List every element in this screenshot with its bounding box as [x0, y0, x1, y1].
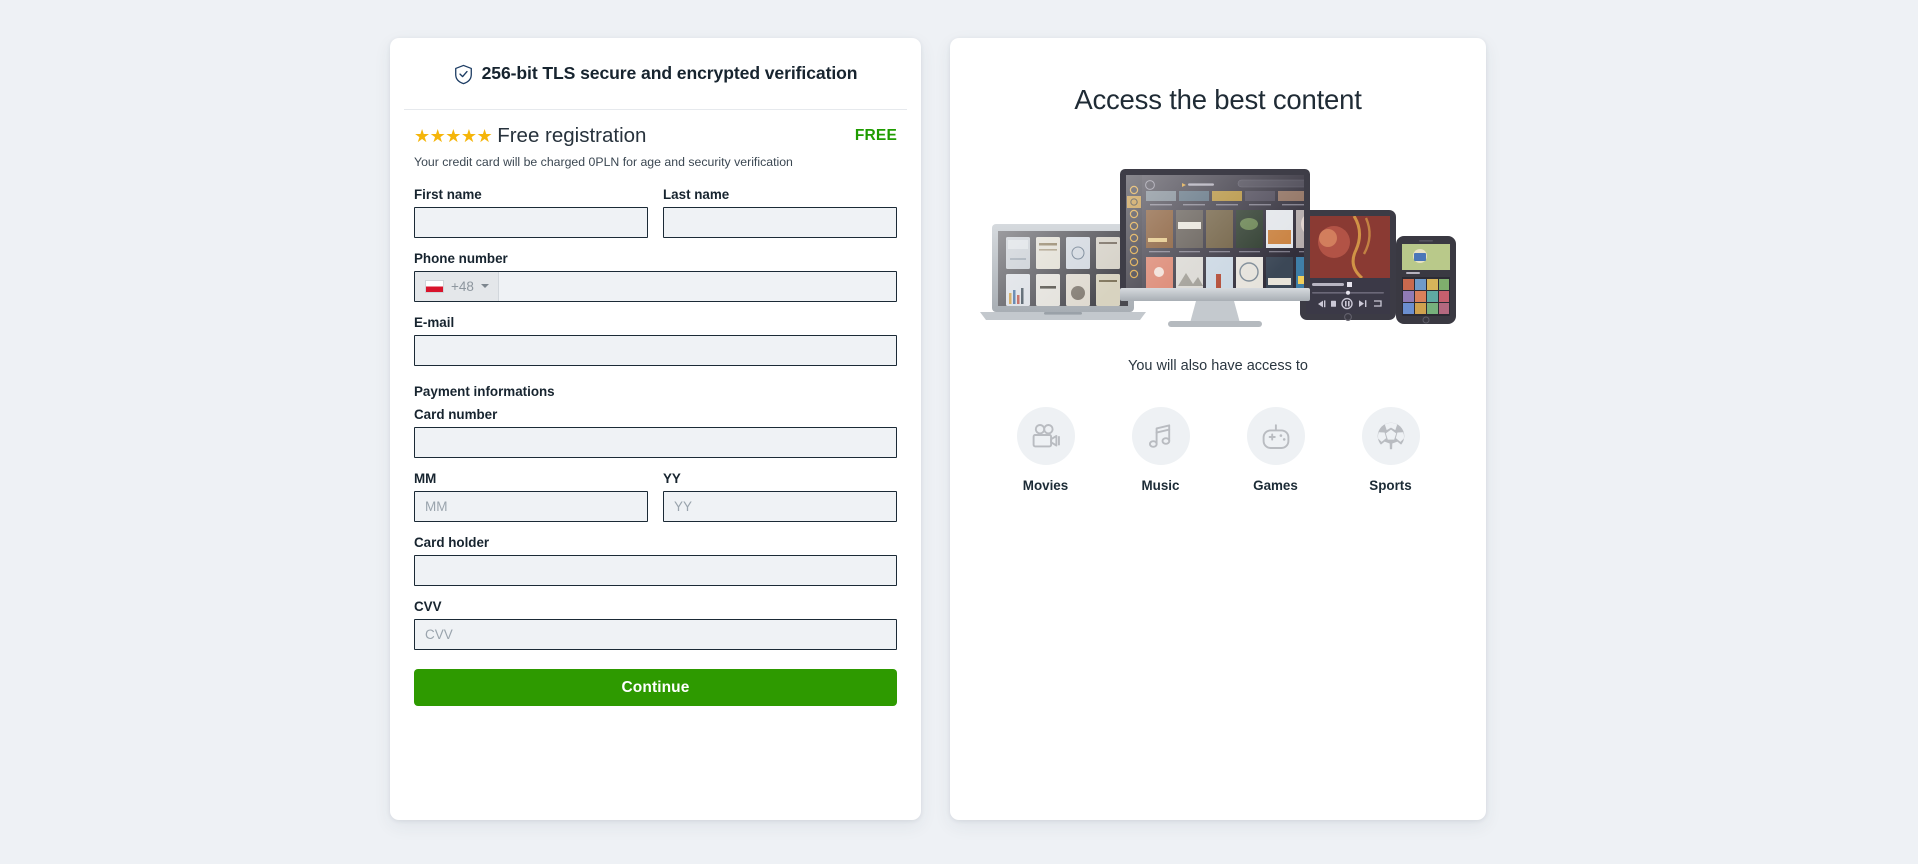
- phone-label: Phone number: [414, 250, 508, 266]
- card-holder-field: Card holder: [414, 535, 897, 587]
- music-note-icon: [1148, 424, 1170, 448]
- phone-field: Phone number +48: [414, 251, 897, 302]
- expiry-month-label: MM: [414, 470, 437, 486]
- payment-section-heading: Payment informations: [414, 383, 555, 399]
- card-number-field: Card number: [414, 407, 897, 458]
- cvv-input[interactable]: [414, 619, 897, 651]
- email-field: E-mail: [414, 315, 897, 366]
- price-badge: FREE: [854, 127, 897, 145]
- shield-check-icon: [454, 64, 472, 84]
- movies-icon-wrap: [1016, 407, 1075, 466]
- cvv-label: CVV: [414, 599, 442, 615]
- chevron-down-icon: [480, 284, 489, 289]
- plan-row: ★★★★★ Free registration FREE: [390, 110, 921, 148]
- phone-device: [1396, 236, 1456, 325]
- soccer-ball-icon: [1377, 422, 1404, 450]
- expiry-year-field: YY: [663, 471, 897, 522]
- film-camera-icon: [1032, 424, 1060, 448]
- continue-button[interactable]: Continue: [414, 669, 897, 707]
- feature-games: Games: [1240, 407, 1312, 493]
- last-name-field: Last name: [663, 187, 897, 238]
- multi-device-mockup: [950, 138, 1486, 328]
- secure-header-text: 256-bit TLS secure and encrypted verific…: [481, 63, 858, 83]
- phone-input-group: +48: [414, 270, 897, 302]
- registration-page: 256-bit TLS secure and encrypted verific…: [0, 0, 1918, 864]
- feature-label-movies: Movies: [1022, 478, 1069, 494]
- email-label: E-mail: [414, 314, 455, 330]
- feature-music: Music: [1125, 407, 1197, 493]
- promo-card: Access the best content You will also ha…: [950, 38, 1486, 820]
- access-subtitle: You will also have access to: [1127, 358, 1308, 375]
- feature-label-sports: Sports: [1369, 478, 1412, 494]
- secure-verification-header: 256-bit TLS secure and encrypted verific…: [390, 38, 921, 109]
- games-icon-wrap: [1246, 407, 1305, 466]
- last-name-label: Last name: [663, 186, 730, 202]
- expiry-year-label: YY: [663, 470, 681, 486]
- first-name-label: First name: [414, 186, 482, 202]
- star-rating: ★★★★★: [414, 126, 493, 147]
- card-holder-input[interactable]: [414, 555, 897, 587]
- feature-sports: Sports: [1355, 407, 1427, 493]
- feature-label-games: Games: [1253, 478, 1298, 494]
- feature-label-music: Music: [1141, 478, 1180, 494]
- card-number-input[interactable]: [414, 426, 897, 458]
- tablet-device: [1300, 210, 1396, 322]
- cvv-field: CVV: [414, 599, 897, 651]
- expiry-year-input[interactable]: [663, 491, 897, 522]
- card-number-label: Card number: [414, 406, 498, 422]
- expiry-month-field: MM: [414, 471, 648, 522]
- promo-title: Access the best content: [1074, 84, 1362, 115]
- sports-icon-wrap: [1361, 407, 1420, 466]
- registration-form: First name Last name Phone number +48 E-…: [390, 171, 921, 707]
- expiry-month-input[interactable]: [414, 491, 648, 522]
- phone-number-input[interactable]: [498, 271, 896, 301]
- gamepad-icon: [1262, 424, 1289, 449]
- devices-illustration: [980, 169, 1456, 328]
- first-name-input[interactable]: [414, 206, 648, 238]
- last-name-input[interactable]: [663, 206, 897, 238]
- email-input[interactable]: [414, 334, 897, 366]
- charge-note: Your credit card will be charged 0PLN fo…: [414, 154, 793, 169]
- feature-movies: Movies: [1010, 407, 1082, 493]
- registration-card: 256-bit TLS secure and encrypted verific…: [390, 38, 921, 820]
- first-name-field: First name: [414, 187, 648, 238]
- poland-flag-icon: [425, 279, 444, 293]
- music-icon-wrap: [1131, 407, 1190, 466]
- plan-title: Free registration: [497, 124, 647, 147]
- features-list: Movies Music Games Sports: [950, 407, 1486, 493]
- country-code-selector[interactable]: +48: [415, 271, 499, 301]
- card-holder-label: Card holder: [414, 535, 490, 550]
- dial-code-label: +48: [451, 278, 474, 294]
